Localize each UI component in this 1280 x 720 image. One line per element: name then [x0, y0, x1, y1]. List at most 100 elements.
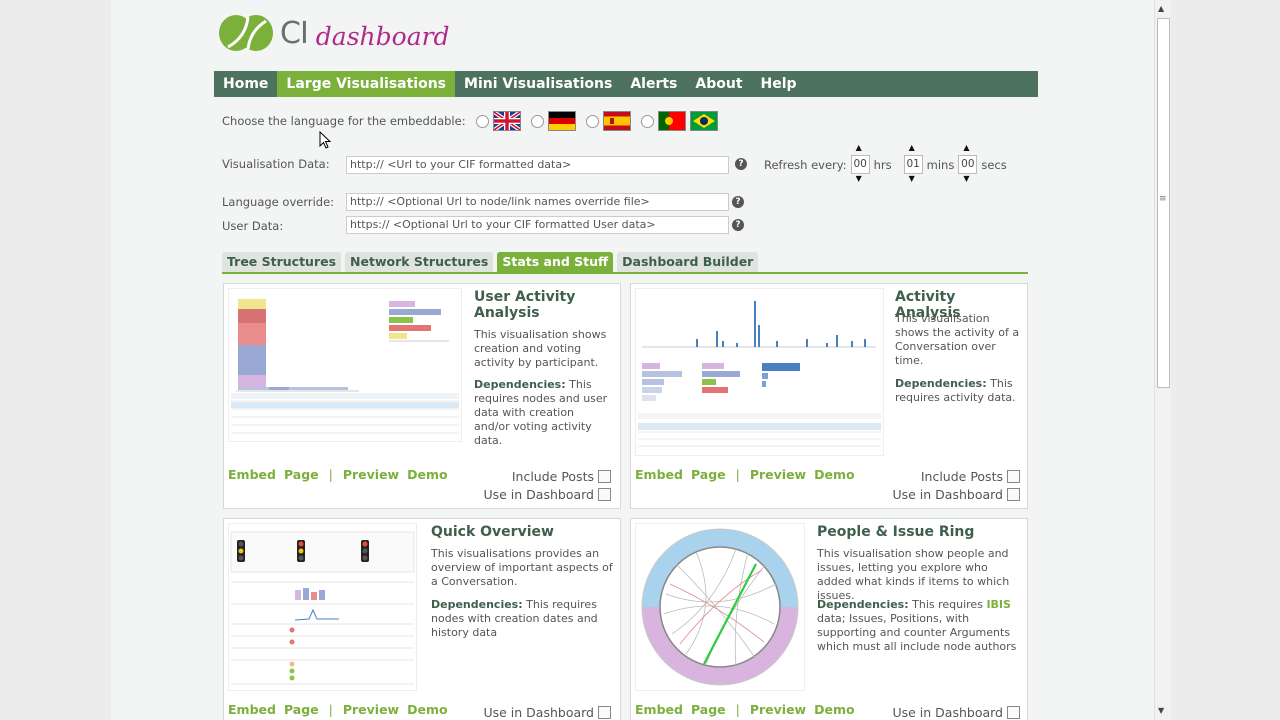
uk-flag-icon[interactable] — [492, 111, 521, 131]
embed-link[interactable]: Embed — [228, 467, 276, 482]
help-icon[interactable]: ? — [732, 219, 744, 231]
hours-value: 00 — [853, 158, 867, 170]
embed-link[interactable]: Embed — [635, 702, 683, 717]
nav-about[interactable]: About — [686, 71, 751, 97]
spanish-flag-icon[interactable] — [602, 111, 631, 131]
page-link[interactable]: Page — [691, 702, 726, 717]
use-in-dashboard-row: Use in Dashboard — [892, 487, 1020, 502]
use-in-dashboard-label: Use in Dashboard — [892, 487, 1003, 502]
page-link[interactable]: Page — [691, 467, 726, 482]
language-chooser: Choose the language for the embeddable: — [222, 111, 718, 131]
tab-network-structures[interactable]: Network Structures — [345, 252, 494, 272]
german-flag-icon[interactable] — [547, 111, 576, 131]
card-title: User Activity Analysis — [474, 289, 576, 321]
language-override-input[interactable]: http:// <Optional Url to node/link names… — [346, 193, 729, 211]
preview-link[interactable]: Preview — [750, 467, 806, 482]
card-description: This visualisation shows the activity of… — [895, 312, 1020, 367]
help-icon[interactable]: ? — [732, 196, 744, 208]
vertical-scrollbar[interactable]: ▲ ≡ ▼ — [1154, 0, 1171, 720]
nav-help[interactable]: Help — [752, 71, 806, 97]
user-activity-thumbnail[interactable] — [228, 288, 462, 442]
use-in-dashboard-checkbox[interactable] — [1007, 706, 1020, 719]
card-activity-analysis: Activity Analysis This visualisation sho… — [630, 283, 1028, 509]
card-links: Embed Page | Preview Demo — [228, 702, 448, 717]
link-separator: | — [328, 702, 333, 717]
card-description: This visualisation show people and issue… — [817, 547, 1010, 602]
card-links: Embed Page | Preview Demo — [228, 467, 448, 482]
ibis-highlight: IBIS — [986, 598, 1011, 611]
demo-link[interactable]: Demo — [814, 467, 854, 482]
nav-large-visualisations[interactable]: Large Visualisations — [277, 71, 456, 97]
brazil-flag-icon[interactable] — [689, 111, 718, 131]
page-link[interactable]: Page — [284, 467, 319, 482]
card-title: Quick Overview — [431, 524, 554, 540]
include-posts-checkbox[interactable] — [598, 470, 611, 483]
preview-link[interactable]: Preview — [750, 702, 806, 717]
tab-tree-structures[interactable]: Tree Structures — [222, 252, 342, 272]
refresh-label: Refresh every: — [764, 157, 847, 172]
page-link[interactable]: Page — [284, 702, 319, 717]
include-posts-row: Include Posts — [512, 469, 611, 484]
language-override-label: Language override: — [222, 195, 335, 209]
include-posts-label: Include Posts — [511, 469, 594, 484]
radio-portuguese[interactable] — [640, 114, 654, 128]
use-in-dashboard-checkbox[interactable] — [598, 488, 611, 501]
quick-overview-thumbnail[interactable] — [228, 523, 417, 691]
use-in-dashboard-checkbox[interactable] — [598, 706, 611, 719]
portugal-flag-icon[interactable] — [657, 111, 686, 131]
nav-mini-visualisations[interactable]: Mini Visualisations — [455, 71, 621, 97]
scrollbar-grip-icon: ≡ — [1159, 194, 1167, 204]
user-data-label: User Data: — [222, 219, 284, 233]
help-icon[interactable]: ? — [735, 158, 747, 170]
include-posts-label: Include Posts — [920, 469, 1003, 484]
card-links: Embed Page | Preview Demo — [635, 702, 855, 717]
people-issue-ring-thumbnail[interactable] — [635, 523, 805, 691]
embed-link[interactable]: Embed — [228, 702, 276, 717]
card-dependencies: Dependencies: This requires nodes with c… — [431, 598, 617, 640]
visualisation-data-input[interactable]: http:// <Url to your CIF formatted data> — [346, 156, 729, 174]
card-user-activity: User Activity Analysis This visualisatio… — [223, 283, 621, 509]
use-in-dashboard-label: Use in Dashboard — [892, 705, 1003, 720]
link-separator: | — [735, 702, 740, 717]
demo-link[interactable]: Demo — [814, 702, 854, 717]
demo-link[interactable]: Demo — [407, 467, 447, 482]
link-separator: | — [328, 467, 333, 482]
card-quick-overview: Quick Overview This visualisations provi… — [223, 518, 621, 720]
refresh-controls: Refresh every: ▲ 00 ▼ hrs ▲ 01 ▼ mins ▲ 00 ▼ s… — [764, 144, 1007, 183]
use-in-dashboard-checkbox[interactable] — [1007, 488, 1020, 501]
card-people-issue-ring: People & Issue Ring This visualisation s… — [630, 518, 1028, 720]
mouse-cursor-icon — [319, 130, 332, 153]
minutes-stepper[interactable]: ▲ 01 ▼ — [903, 144, 923, 183]
preview-link[interactable]: Preview — [343, 702, 399, 717]
tab-stats-and-stuff[interactable]: Stats and Stuff — [497, 252, 614, 272]
activity-analysis-thumbnail[interactable] — [635, 288, 884, 456]
include-posts-checkbox[interactable] — [1007, 470, 1020, 483]
visualisation-tabs: Tree Structures Network Structures Stats… — [222, 252, 1028, 274]
logo-dashboard: dashboard — [315, 21, 450, 51]
nav-home[interactable]: Home — [214, 71, 277, 97]
scroll-up-arrow-icon[interactable]: ▲ — [1158, 4, 1164, 13]
nav-alerts[interactable]: Alerts — [621, 71, 686, 97]
dependencies-label: Dependencies: — [431, 598, 523, 611]
embed-link[interactable]: Embed — [635, 467, 683, 482]
radio-english[interactable] — [475, 114, 489, 128]
radio-spanish[interactable] — [585, 114, 599, 128]
minutes-value: 01 — [906, 158, 920, 170]
radio-german[interactable] — [530, 114, 544, 128]
window-gutter — [1170, 0, 1280, 720]
main-nav: Home Large Visualisations Mini Visualisa… — [214, 71, 1038, 97]
seconds-value: 00 — [961, 158, 975, 170]
seconds-stepper[interactable]: ▲ 00 ▼ — [958, 144, 978, 183]
logo[interactable]: CI dashboard — [218, 12, 450, 54]
user-data-input[interactable]: https:// <Optional Url to your CIF forma… — [346, 216, 729, 234]
minutes-unit: mins — [926, 157, 955, 172]
tab-dashboard-builder[interactable]: Dashboard Builder — [617, 252, 759, 272]
demo-link[interactable]: Demo — [407, 702, 447, 717]
card-links: Embed Page | Preview Demo — [635, 467, 855, 482]
scroll-down-arrow-icon[interactable]: ▼ — [1158, 706, 1164, 715]
logo-ci: CI — [280, 15, 309, 51]
preview-link[interactable]: Preview — [343, 467, 399, 482]
hours-stepper[interactable]: ▲ 00 ▼ — [850, 144, 870, 183]
card-description: This visualisations provides an overview… — [431, 547, 613, 588]
dependencies-text-continued: data; Issues, Positions, with supporting… — [817, 612, 1017, 653]
